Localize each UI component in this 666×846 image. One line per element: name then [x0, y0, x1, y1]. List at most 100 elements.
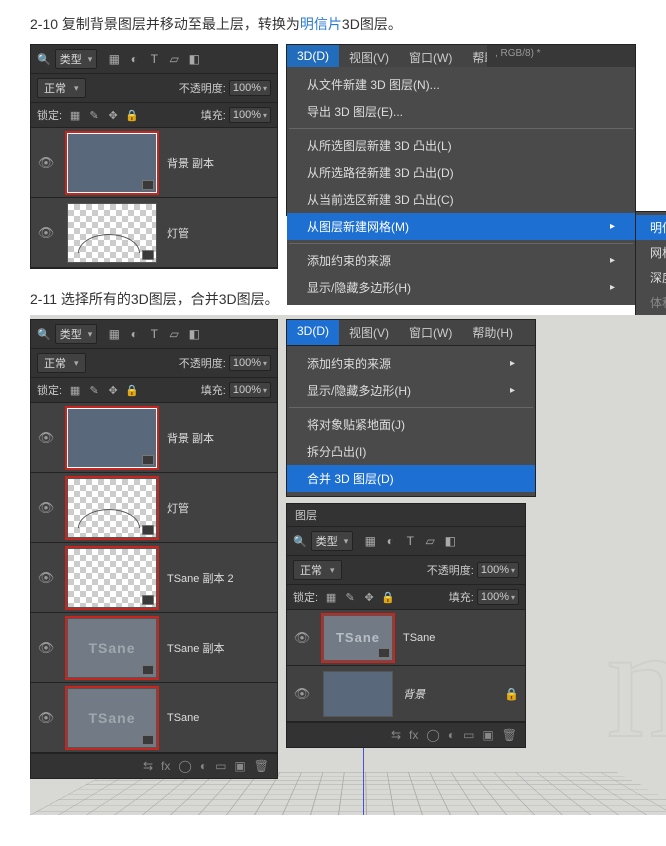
layer-thumb[interactable]	[67, 408, 157, 468]
lock-brush-icon[interactable]: ✎	[343, 590, 357, 604]
layer-row[interactable]: 👁 TSane TSane	[31, 683, 277, 753]
layer-filter-kind[interactable]: 类型	[55, 49, 98, 69]
visibility-icon[interactable]: 👁	[287, 630, 317, 646]
layer-thumb[interactable]	[67, 203, 157, 263]
layer-filter-kind[interactable]: 类型	[55, 324, 98, 344]
fill-value[interactable]: 100%	[229, 107, 271, 123]
lock-pixels-icon[interactable]: ▦	[68, 108, 82, 122]
layer-thumb[interactable]	[67, 133, 157, 193]
layer-thumb[interactable]	[67, 548, 157, 608]
smi-mesh-preset[interactable]: 网格预设(M)	[636, 240, 666, 265]
filter-adjust-icon[interactable]: ◐	[383, 534, 397, 548]
lock-position-icon[interactable]: ✥	[362, 590, 376, 604]
blend-mode-select[interactable]: 正常	[37, 78, 86, 98]
filter-adjust-icon[interactable]: ◐	[127, 327, 141, 341]
mi-export-3d[interactable]: 导出 3D 图层(E)...	[287, 98, 635, 125]
fill-value[interactable]: 100%	[229, 382, 271, 398]
filter-shape-icon[interactable]: ▱	[167, 327, 181, 341]
mask-icon[interactable]: ◯	[426, 728, 439, 742]
visibility-icon[interactable]: 👁	[31, 500, 61, 516]
filter-adjust-icon[interactable]: ◐	[127, 52, 141, 66]
new-layer-icon[interactable]: ▣	[482, 728, 493, 742]
mi-merge-3d[interactable]: 合并 3D 图层(D)	[287, 465, 535, 492]
layer-thumb[interactable]	[67, 478, 157, 538]
mi-extrude-path[interactable]: 从所选路径新建 3D 凸出(D)	[287, 159, 635, 186]
fx-icon[interactable]: fx	[161, 759, 170, 773]
mi-split-extrude[interactable]: 拆分凸出(I)	[287, 438, 535, 465]
fx-icon[interactable]: fx	[409, 728, 418, 742]
group-icon[interactable]: ▭	[463, 728, 474, 742]
mi-extrude-selection[interactable]: 从当前选区新建 3D 凸出(C)	[287, 186, 635, 213]
opacity-value[interactable]: 100%	[229, 80, 271, 96]
layer-row[interactable]: 👁 背景 副本	[31, 403, 277, 473]
lock-position-icon[interactable]: ✥	[106, 108, 120, 122]
visibility-icon[interactable]: 👁	[31, 570, 61, 586]
lock-pixels-icon[interactable]: ▦	[324, 590, 338, 604]
lock-pixels-icon[interactable]: ▦	[68, 383, 82, 397]
mi-extrude-layer[interactable]: 从所选图层新建 3D 凸出(L)	[287, 132, 635, 159]
lock-brush-icon[interactable]: ✎	[87, 383, 101, 397]
layer-row[interactable]: 👁 TSane 副本 2	[31, 543, 277, 613]
group-icon[interactable]: ▭	[215, 759, 226, 773]
layer-filter-kind[interactable]: 类型	[311, 531, 354, 551]
layer-thumb[interactable]: TSane	[67, 688, 157, 748]
blend-mode-select[interactable]: 正常	[293, 560, 342, 580]
filter-shape-icon[interactable]: ▱	[167, 52, 181, 66]
filter-type-icon[interactable]: T	[403, 534, 417, 548]
filter-smart-icon[interactable]: ◧	[187, 327, 201, 341]
link-layers-icon[interactable]: ⇆	[143, 759, 153, 773]
filter-image-icon[interactable]: ▦	[107, 327, 121, 341]
mi-snap-ground[interactable]: 将对象贴紧地面(J)	[287, 411, 535, 438]
menu-view[interactable]: 视图(V)	[339, 320, 399, 345]
filter-smart-icon[interactable]: ◧	[443, 534, 457, 548]
link-layers-icon[interactable]: ⇆	[391, 728, 401, 742]
opacity-value[interactable]: 100%	[477, 562, 519, 578]
mi-new-mesh[interactable]: 从图层新建网格(M)	[287, 213, 635, 240]
lock-all-icon[interactable]: 🔒	[125, 383, 139, 397]
layer-thumb[interactable]: TSane	[67, 618, 157, 678]
visibility-icon[interactable]: 👁	[287, 686, 317, 702]
mi-add-constraint[interactable]: 添加约束的来源	[287, 350, 535, 377]
mi-new-from-file[interactable]: 从文件新建 3D 图层(N)...	[287, 71, 635, 98]
blend-mode-select[interactable]: 正常	[37, 353, 86, 373]
filter-smart-icon[interactable]: ◧	[187, 52, 201, 66]
visibility-icon[interactable]: 👁	[31, 155, 61, 171]
layer-row[interactable]: 👁 TSane TSane	[287, 610, 525, 666]
visibility-icon[interactable]: 👁	[31, 640, 61, 656]
lock-brush-icon[interactable]: ✎	[87, 108, 101, 122]
menu-3d[interactable]: 3D(D)	[287, 320, 339, 345]
layer-thumb[interactable]: TSane	[323, 615, 393, 661]
filter-shape-icon[interactable]: ▱	[423, 534, 437, 548]
mask-icon[interactable]: ◯	[178, 759, 191, 773]
lock-all-icon[interactable]: 🔒	[381, 590, 395, 604]
menu-help[interactable]: 帮助(H)	[462, 320, 523, 345]
filter-image-icon[interactable]: ▦	[107, 52, 121, 66]
filter-image-icon[interactable]: ▦	[363, 534, 377, 548]
filter-type-icon[interactable]: T	[147, 52, 161, 66]
adjustment-icon[interactable]: ◐	[200, 759, 207, 773]
layer-row[interactable]: 👁 背景 🔒	[287, 666, 525, 722]
layer-row[interactable]: 👁 背景 副本	[31, 128, 277, 198]
layer-thumb[interactable]	[323, 671, 393, 717]
adjustment-icon[interactable]: ◐	[448, 728, 455, 742]
mi-add-constraint[interactable]: 添加约束的来源	[287, 247, 635, 274]
trash-icon[interactable]: 🗑	[502, 728, 517, 742]
lock-position-icon[interactable]: ✥	[106, 383, 120, 397]
layer-row[interactable]: 👁 TSane TSane 副本	[31, 613, 277, 683]
opacity-label: 不透明度:	[427, 562, 474, 578]
doc-tab[interactable]: , RGB/8) *	[487, 45, 635, 67]
fill-value[interactable]: 100%	[477, 589, 519, 605]
lock-all-icon[interactable]: 🔒	[125, 108, 139, 122]
visibility-icon[interactable]: 👁	[31, 710, 61, 726]
smi-postcard[interactable]: 明信片(P)	[636, 215, 666, 240]
layer-row[interactable]: 👁 灯管	[31, 473, 277, 543]
layer-row[interactable]: 👁 灯管	[31, 198, 277, 268]
trash-icon[interactable]: 🗑	[254, 759, 269, 773]
filter-type-icon[interactable]: T	[147, 327, 161, 341]
opacity-value[interactable]: 100%	[229, 355, 271, 371]
mi-show-poly[interactable]: 显示/隐藏多边形(H)	[287, 377, 535, 404]
visibility-icon[interactable]: 👁	[31, 430, 61, 446]
menu-window[interactable]: 窗口(W)	[399, 320, 462, 345]
new-layer-icon[interactable]: ▣	[234, 759, 245, 773]
visibility-icon[interactable]: 👁	[31, 225, 61, 241]
